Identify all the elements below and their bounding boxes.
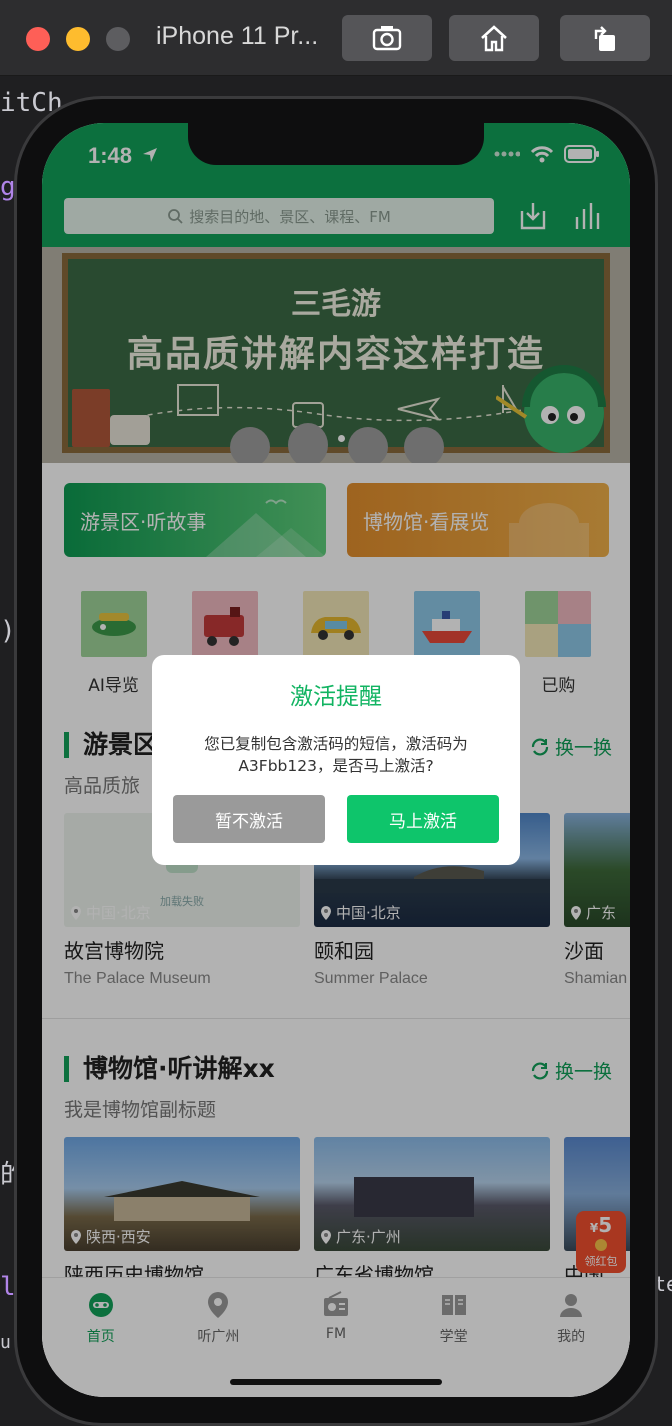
minimize-window-button[interactable]	[66, 27, 90, 51]
activation-dialog: 激活提醒 您已复制包含激活码的短信，激活码为A3Fbb123，是否马上激活? 暂…	[152, 655, 520, 865]
code-fragment: u	[0, 1332, 11, 1353]
notch	[188, 123, 484, 165]
simulator-title: iPhone 11 Pr...	[156, 22, 319, 50]
cancel-activation-button[interactable]: 暂不激活	[173, 795, 325, 843]
screenshot-button[interactable]	[342, 15, 432, 61]
close-window-button[interactable]	[26, 27, 50, 51]
rotate-icon	[594, 26, 615, 51]
home-indicator	[230, 1379, 442, 1385]
dialog-message: 您已复制包含激活码的短信，激活码为A3Fbb123，是否马上激活?	[204, 735, 468, 775]
activate-now-button[interactable]: 马上激活	[347, 795, 499, 843]
camera-icon	[372, 26, 402, 51]
home-button[interactable]	[449, 15, 539, 61]
app-screen: 1:48 搜索目的地、景区、课程、FM 三毛游 高品质讲解内容这样打造 游景区·…	[42, 123, 630, 1397]
rotate-button[interactable]	[560, 15, 650, 61]
zoom-window-button[interactable]	[106, 27, 130, 51]
dialog-title: 激活提醒	[290, 684, 382, 710]
simulator-toolbar: iPhone 11 Pr...	[0, 0, 672, 76]
home-icon	[481, 25, 507, 52]
